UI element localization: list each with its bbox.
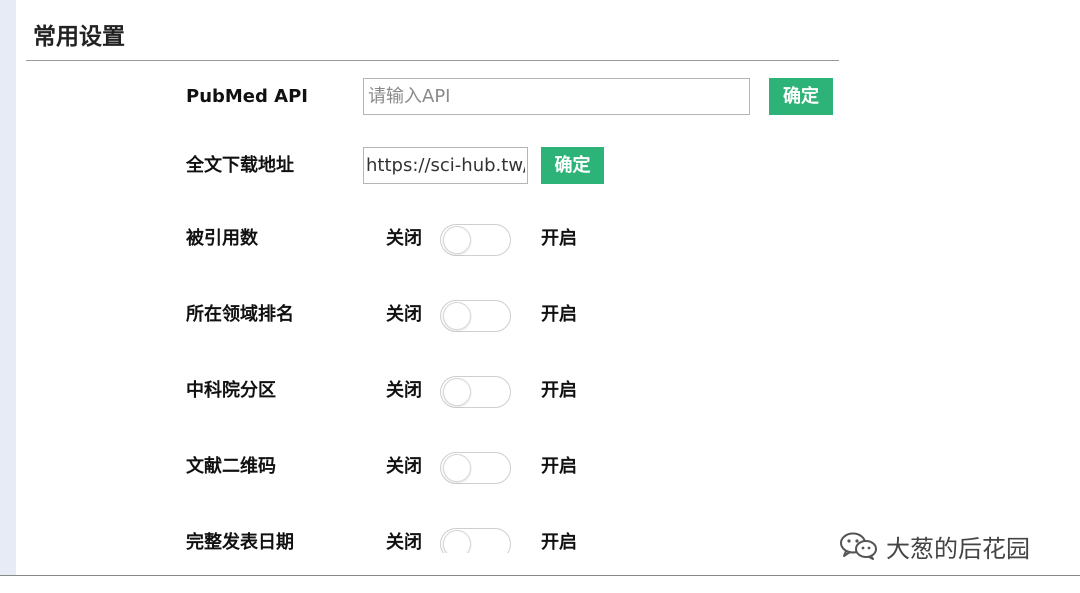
toggle-off-label: 关闭 xyxy=(386,228,422,249)
toggle-label-qr-code: 文献二维码 xyxy=(186,456,276,477)
toggle-off-label: 关闭 xyxy=(386,304,422,325)
toggle-knob xyxy=(443,378,471,406)
toggle-off-label: 关闭 xyxy=(386,532,422,553)
bottom-border xyxy=(0,575,1080,576)
toggle-label-citations: 被引用数 xyxy=(186,228,258,249)
download-address-confirm-button[interactable]: 确定 xyxy=(541,147,604,184)
toggle-on-label: 开启 xyxy=(541,456,577,477)
toggle-label-field-rank: 所在领域排名 xyxy=(186,304,294,325)
wechat-icon xyxy=(840,532,877,560)
toggle-on-label: 开启 xyxy=(541,228,577,249)
toggle-off-label: 关闭 xyxy=(386,380,422,401)
pubmed-api-label: PubMed API xyxy=(186,86,308,107)
download-address-label: 全文下载地址 xyxy=(186,155,294,176)
toggle-off-label: 关闭 xyxy=(386,456,422,477)
toggle-knob xyxy=(443,530,471,553)
toggle-label-publish-date: 完整发表日期 xyxy=(186,532,294,553)
toggle-switch-qr-code[interactable] xyxy=(440,452,511,484)
toggle-switch-publish-date[interactable] xyxy=(440,528,511,553)
toggle-switch-field-rank[interactable] xyxy=(440,300,511,332)
watermark-text: 大葱的后花园 xyxy=(886,534,1030,563)
toggle-knob xyxy=(443,454,471,482)
toggle-on-label: 开启 xyxy=(541,532,577,553)
toggle-label-cas-partition: 中科院分区 xyxy=(186,380,276,401)
left-sidebar-strip xyxy=(0,0,16,576)
toggle-switch-cas-partition[interactable] xyxy=(440,376,511,408)
download-address-input[interactable] xyxy=(363,147,528,184)
section-title: 常用设置 xyxy=(33,24,125,50)
pubmed-api-confirm-button[interactable]: 确定 xyxy=(769,78,833,115)
pubmed-api-input[interactable] xyxy=(363,78,750,115)
toggle-knob xyxy=(443,302,471,330)
toggle-on-label: 开启 xyxy=(541,304,577,325)
toggle-switch-citations[interactable] xyxy=(440,224,511,256)
watermark: 大葱的后花园 xyxy=(838,529,1030,563)
title-divider xyxy=(26,60,839,61)
toggle-knob xyxy=(443,226,471,254)
toggle-on-label: 开启 xyxy=(541,380,577,401)
